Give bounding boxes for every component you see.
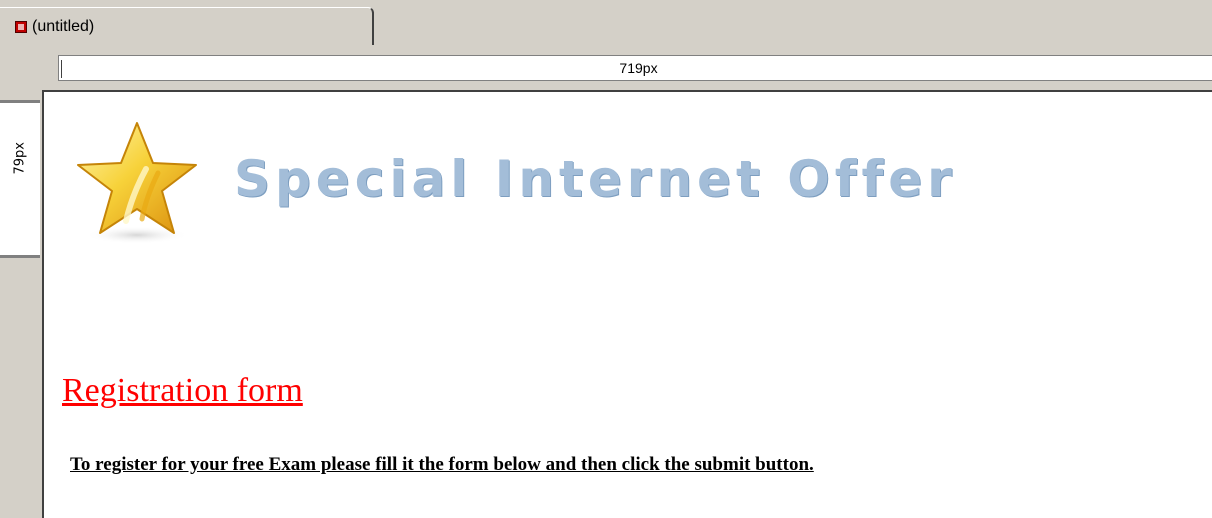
vertical-ruler-label: 79px <box>12 142 28 175</box>
registration-heading: Registration form <box>62 372 303 409</box>
document-tab-bar: (untitled) <box>0 0 1212 47</box>
star-icon <box>77 122 197 244</box>
horizontal-ruler[interactable]: 719px <box>58 55 1212 81</box>
document-tab-title: (untitled) <box>32 18 95 35</box>
document-icon <box>15 21 27 33</box>
design-canvas[interactable]: Special Internet Offer Registration form… <box>42 90 1212 518</box>
vertical-ruler[interactable]: 79px <box>0 100 40 258</box>
ruler-area: 719px <box>0 46 1212 90</box>
registration-instructions: To register for your free Exam please fi… <box>70 454 814 475</box>
document-tab[interactable]: (untitled) <box>0 7 374 45</box>
special-offer-banner: Special Internet Offer <box>234 150 957 208</box>
horizontal-ruler-label: 719px <box>619 60 658 76</box>
